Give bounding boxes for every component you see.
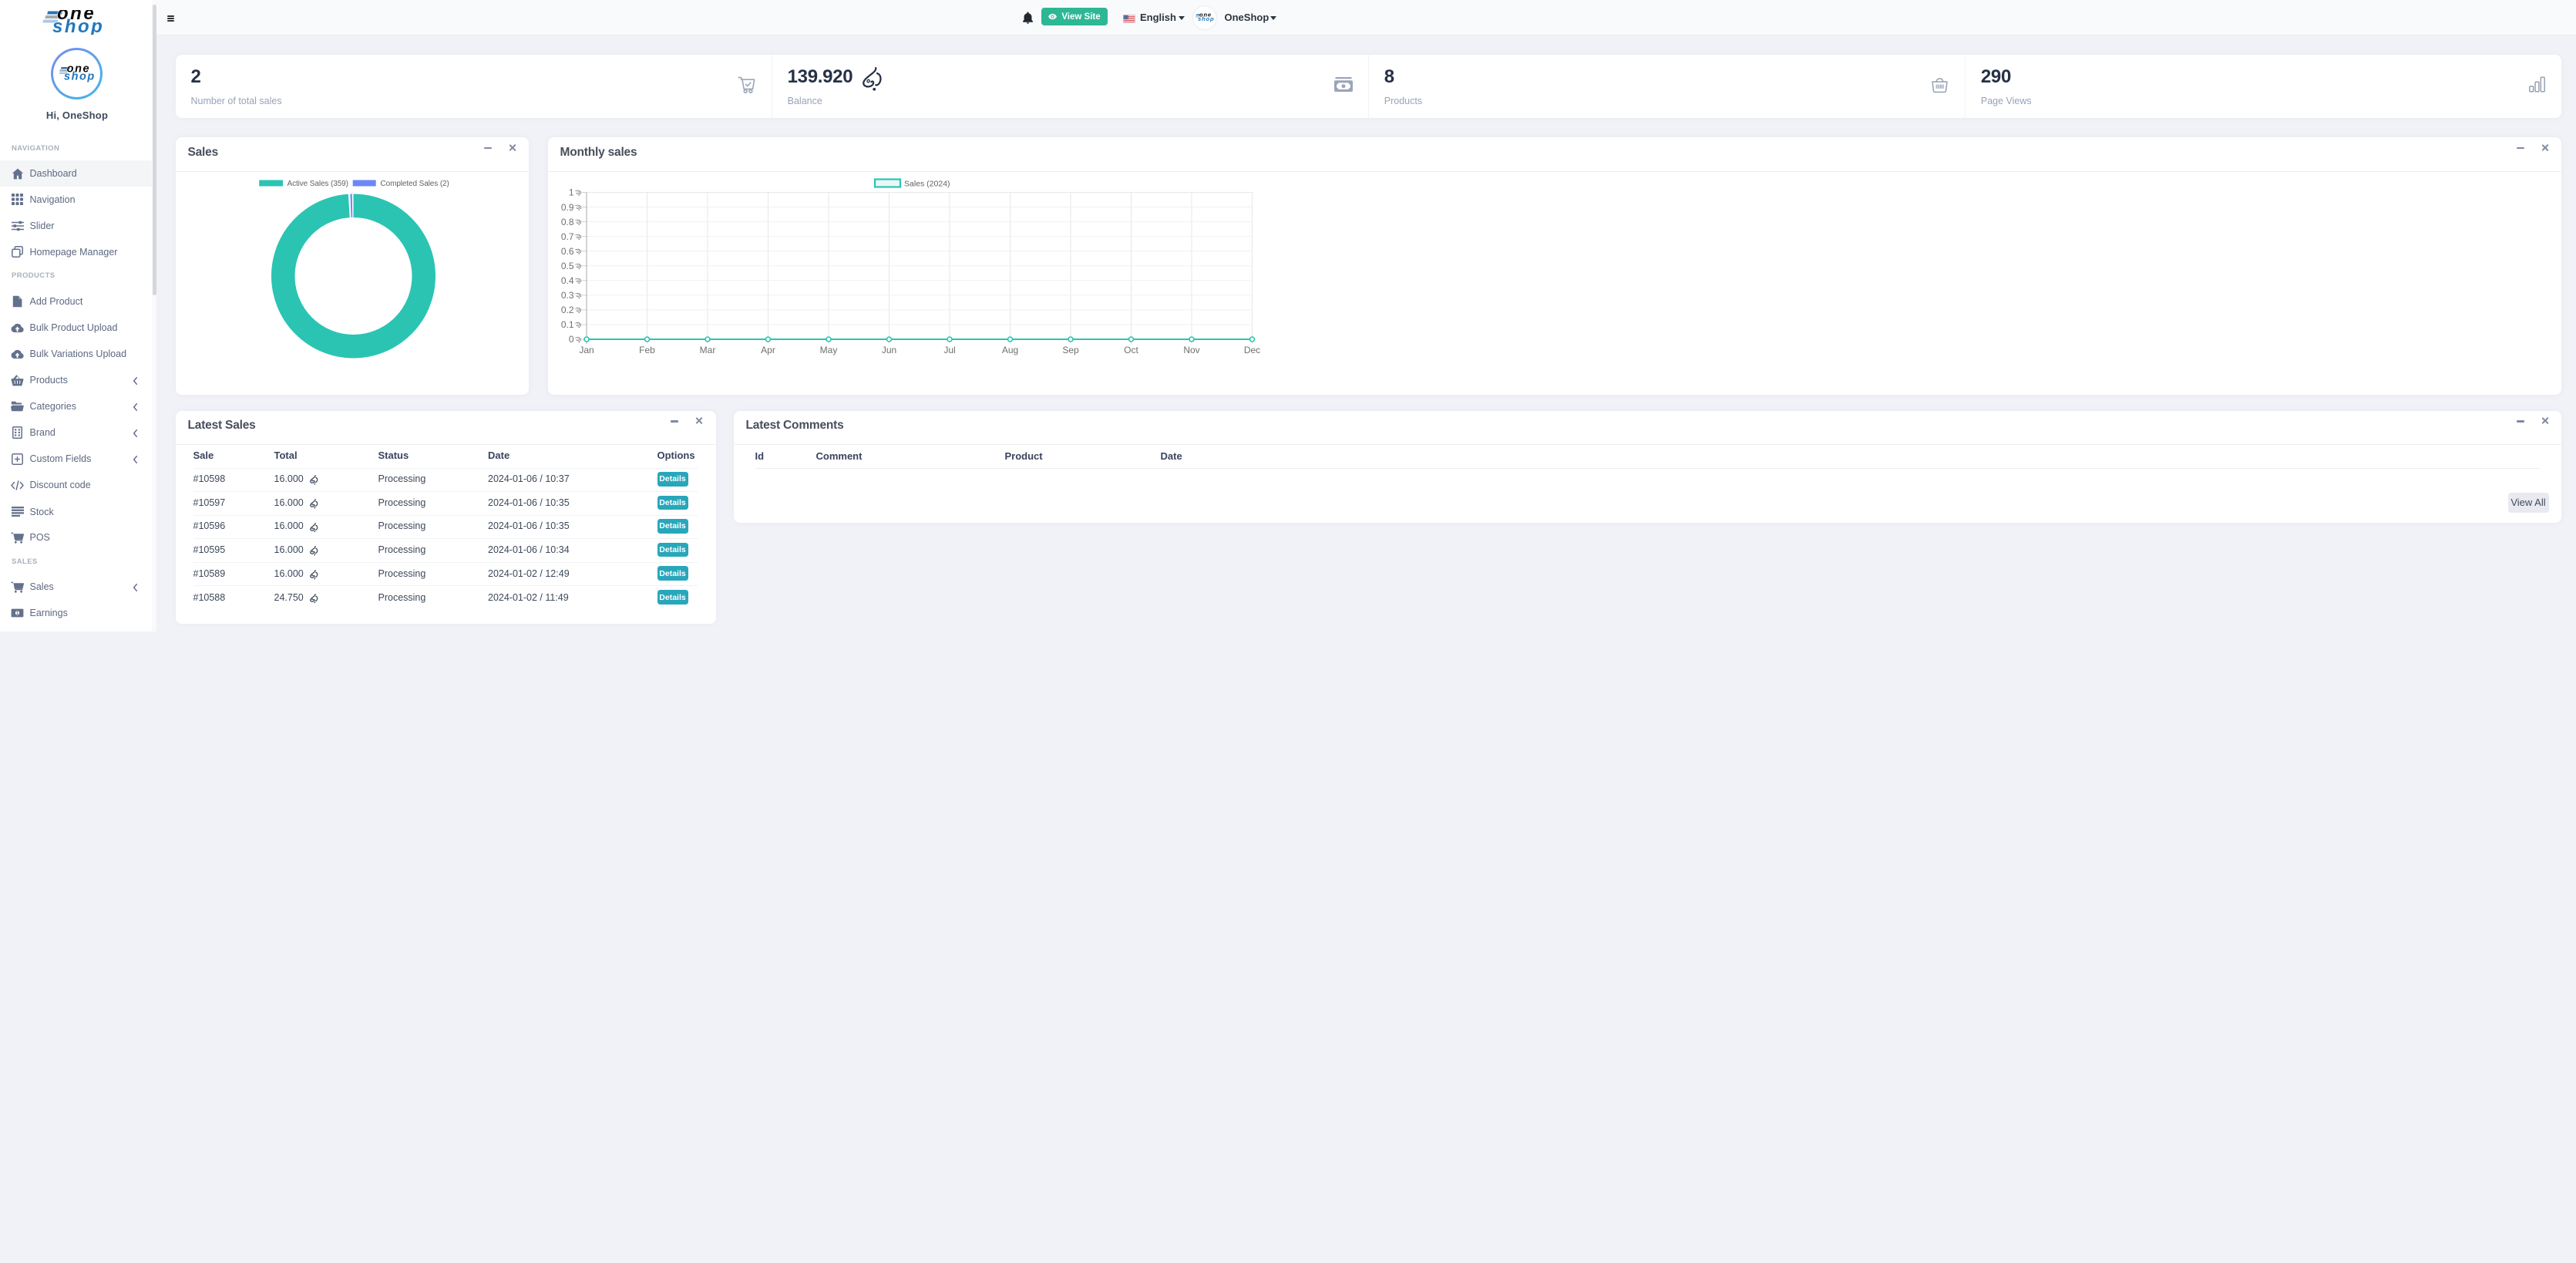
svg-text:0.2: 0.2 [560, 305, 573, 315]
svg-text:0.5: 0.5 [560, 261, 573, 271]
svg-text:0.6: 0.6 [560, 246, 573, 257]
svg-text:Sales (2024): Sales (2024) [904, 180, 950, 189]
svg-text:Apr: Apr [761, 345, 775, 355]
svg-text:0.1: 0.1 [560, 319, 573, 330]
svg-text:Sep: Sep [1062, 345, 1079, 355]
svg-text:1: 1 [16, 611, 18, 616]
svg-text:Oct: Oct [1124, 345, 1138, 355]
svg-text:Aug: Aug [1001, 345, 1017, 355]
svg-text:1: 1 [568, 187, 573, 198]
svg-text:0.9: 0.9 [560, 202, 573, 213]
svg-text:Completed Sales (2): Completed Sales (2) [380, 180, 449, 188]
svg-text:0.3: 0.3 [560, 290, 573, 301]
svg-text:Nov: Nov [1183, 345, 1199, 355]
svg-text:Feb: Feb [639, 345, 655, 355]
svg-text:Jan: Jan [579, 345, 594, 355]
svg-text:0.4: 0.4 [560, 275, 573, 286]
svg-text:Active Sales (359): Active Sales (359) [287, 180, 348, 188]
svg-text:0.8: 0.8 [560, 217, 573, 227]
svg-text:Jul: Jul [943, 345, 955, 355]
svg-text:Dec: Dec [1243, 345, 1259, 355]
svg-text:Mar: Mar [699, 345, 715, 355]
svg-text:0.7: 0.7 [560, 231, 573, 242]
svg-text:0: 0 [568, 334, 573, 345]
svg-text:May: May [819, 345, 837, 355]
svg-text:Jun: Jun [881, 345, 896, 355]
